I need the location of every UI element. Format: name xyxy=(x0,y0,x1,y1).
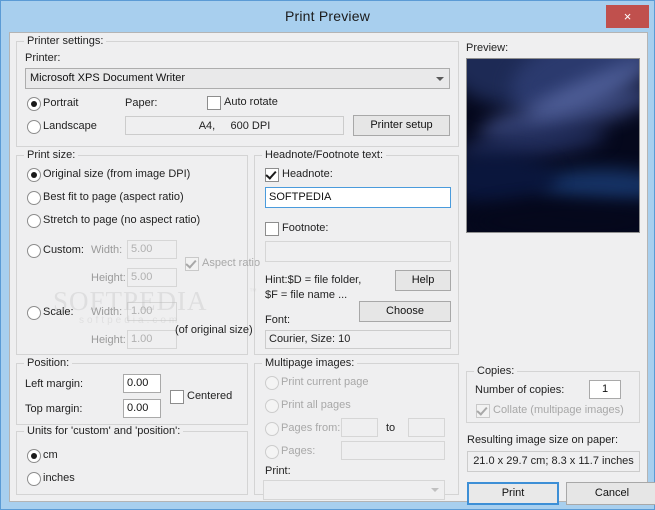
footnote-input[interactable] xyxy=(265,241,451,262)
multipage-label: Multipage images: xyxy=(262,357,358,369)
radio-inches[interactable]: inches xyxy=(27,472,75,486)
top-margin-label: Top margin: xyxy=(25,403,83,415)
choose-font-button[interactable]: Choose xyxy=(359,301,451,322)
left-margin-input[interactable]: 0.00 xyxy=(123,374,161,393)
close-icon[interactable]: × xyxy=(606,5,649,28)
paper-info-field: A4, 600 DPI xyxy=(125,116,344,135)
units-group: Units for 'custom' and 'position': cm in… xyxy=(16,425,248,495)
scale-height-label: Height: xyxy=(91,334,126,346)
scale-width-input: 1.00 xyxy=(127,302,177,321)
resulting-size-value: 21.0 x 29.7 cm; 8.3 x 11.7 inches xyxy=(467,451,640,472)
number-of-copies-label: Number of copies: xyxy=(475,384,565,396)
units-label: Units for 'custom' and 'position': xyxy=(24,425,184,437)
window-title: Print Preview xyxy=(284,8,371,24)
printer-select-value: Microsoft XPS Document Writer xyxy=(30,72,186,84)
radio-portrait[interactable]: Portrait xyxy=(27,97,78,111)
radio-stretch[interactable]: Stretch to page (no aspect ratio) xyxy=(27,214,200,228)
hint-line-1: Hint:$D = file folder, xyxy=(265,274,362,286)
radio-print-current-page: Print current page xyxy=(265,376,368,390)
print-preview-window: Print Preview × Printer settings: Printe… xyxy=(0,0,655,510)
radio-pages-from: Pages from: xyxy=(265,422,340,436)
paper-size-value: A4, xyxy=(198,120,216,132)
printer-settings-label: Printer settings: xyxy=(24,35,107,47)
custom-width-label: Width: xyxy=(91,244,123,256)
paper-label: Paper: xyxy=(125,97,158,109)
resulting-size-label: Resulting image size on paper: xyxy=(467,434,619,446)
multipage-group: Multipage images: Print current page Pri… xyxy=(254,357,459,500)
checkbox-auto-rotate[interactable]: Auto rotate xyxy=(207,96,278,110)
help-button[interactable]: Help xyxy=(395,270,451,291)
checkbox-footnote[interactable]: Footnote: xyxy=(265,222,328,236)
paper-dpi-value: 600 DPI xyxy=(230,120,271,132)
radio-pages: Pages: xyxy=(265,445,315,459)
checkbox-headnote[interactable]: Headnote: xyxy=(265,168,333,182)
radio-scale[interactable]: Scale: xyxy=(27,306,74,320)
scale-height-input: 1.00 xyxy=(127,330,177,349)
printer-settings-group: Printer settings: Printer: Microsoft XPS… xyxy=(16,35,459,147)
number-of-copies-input[interactable]: 1 xyxy=(589,380,621,399)
copies-label: Copies: xyxy=(474,365,518,377)
cancel-button[interactable]: Cancel xyxy=(566,482,655,505)
print-select xyxy=(263,480,445,500)
preview-image xyxy=(466,58,640,233)
printer-setup-button[interactable]: Printer setup xyxy=(353,115,450,136)
custom-height-label: Height: xyxy=(91,272,126,284)
radio-print-all-pages: Print all pages xyxy=(265,399,351,413)
hint-line-2: $F = file name ... xyxy=(265,289,348,301)
custom-height-input: 5.00 xyxy=(127,268,177,287)
scale-width-label: Width: xyxy=(91,306,123,318)
dialog-body: Printer settings: Printer: Microsoft XPS… xyxy=(9,32,655,505)
of-original-size-label: (of original size) xyxy=(175,324,253,336)
pages-input xyxy=(341,441,445,460)
custom-width-input: 5.00 xyxy=(127,240,177,259)
printer-select[interactable]: Microsoft XPS Document Writer xyxy=(25,68,450,89)
printer-label: Printer: xyxy=(25,52,61,64)
checkbox-centered[interactable]: Centered xyxy=(170,390,232,404)
checkbox-collate: Collate (multipage images) xyxy=(476,404,624,418)
pages-from-input xyxy=(341,418,378,437)
chevron-down-icon xyxy=(431,488,439,492)
radio-landscape[interactable]: Landscape xyxy=(27,120,97,134)
headnote-footnote-label: Headnote/Footnote text: xyxy=(262,149,387,161)
radio-cm[interactable]: cm xyxy=(27,449,58,463)
font-value-field: Courier, Size: 10 xyxy=(265,330,451,349)
print-select-label: Print: xyxy=(265,465,291,477)
pages-to-label: to xyxy=(386,422,396,434)
left-margin-label: Left margin: xyxy=(25,378,84,390)
font-label: Font: xyxy=(265,314,291,326)
headnote-footnote-group: Headnote/Footnote text: Headnote: SOFTPE… xyxy=(254,149,459,355)
radio-custom[interactable]: Custom: xyxy=(27,244,84,258)
position-label: Position: xyxy=(24,357,73,369)
checkbox-aspect-ratio: Aspect ratio xyxy=(185,257,260,271)
print-size-label: Print size: xyxy=(24,149,79,161)
position-group: Position: Left margin: 0.00 Top margin: … xyxy=(16,357,248,425)
preview-label: Preview: xyxy=(466,42,509,54)
radio-original-size[interactable]: Original size (from image DPI) xyxy=(27,168,190,182)
chevron-down-icon xyxy=(436,76,444,81)
print-size-group: Print size: Original size (from image DP… xyxy=(16,149,260,355)
radio-best-fit[interactable]: Best fit to page (aspect ratio) xyxy=(27,191,184,205)
headnote-input[interactable]: SOFTPEDIA xyxy=(265,187,451,208)
title-bar: Print Preview × xyxy=(1,1,654,32)
print-button[interactable]: Print xyxy=(467,482,559,505)
pages-to-input xyxy=(408,418,445,437)
copies-group: Copies: Number of copies: 1 Collate (mul… xyxy=(466,365,640,423)
top-margin-input[interactable]: 0.00 xyxy=(123,399,161,418)
